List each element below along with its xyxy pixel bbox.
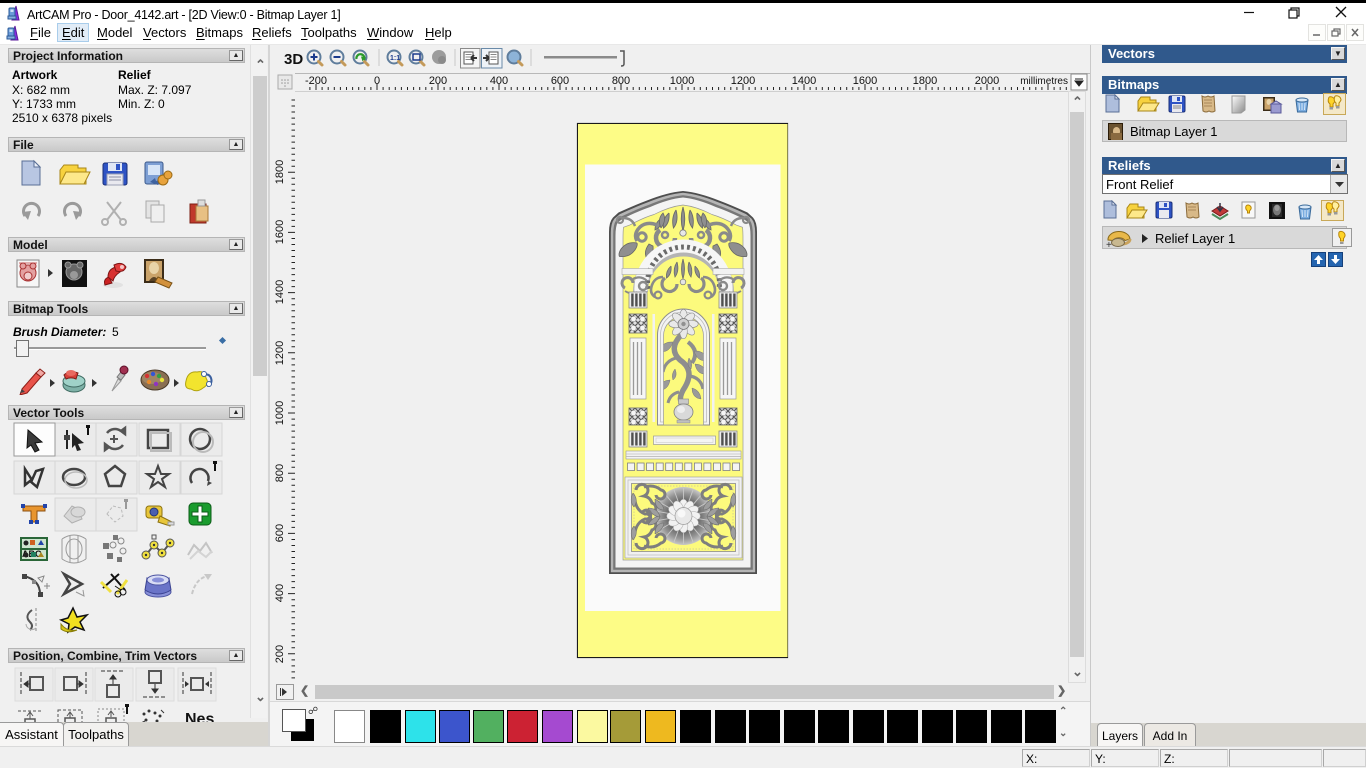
svg-text:+: +	[1106, 240, 1112, 250]
svg-text:400: 400	[274, 584, 286, 602]
svg-text:3D: 3D	[284, 51, 303, 68]
svg-text:600: 600	[274, 524, 286, 542]
svg-text:1800: 1800	[913, 75, 937, 87]
svg-text:1600: 1600	[274, 220, 286, 244]
svg-text:1400: 1400	[274, 280, 286, 304]
svg-text:1200: 1200	[274, 341, 286, 365]
svg-text:800: 800	[274, 464, 286, 482]
svg-text:200: 200	[274, 645, 286, 663]
svg-text:1000: 1000	[274, 401, 286, 425]
svg-text:1800: 1800	[274, 160, 286, 184]
svg-text:millimetres: millimetres	[1020, 76, 1068, 87]
svg-text:1:1: 1:1	[390, 55, 400, 62]
